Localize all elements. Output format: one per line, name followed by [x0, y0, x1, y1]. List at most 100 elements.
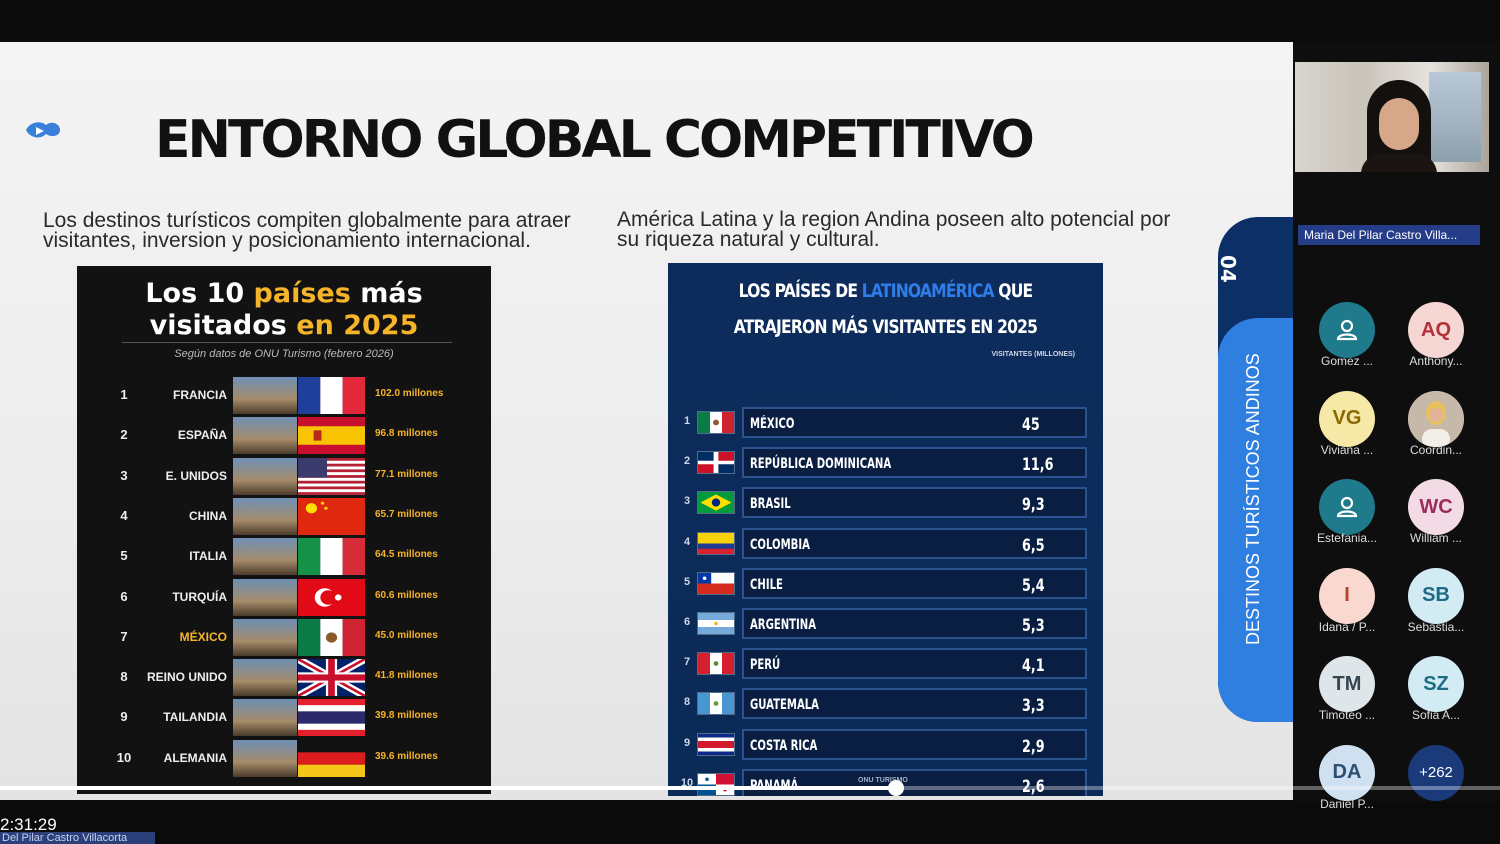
country-row: 9 TAILANDIA 39.8 millones [77, 697, 491, 737]
avatar: SZ [1408, 656, 1464, 712]
country-row: 6 TURQUÍA 60.6 millones [77, 577, 491, 617]
divider [122, 342, 452, 343]
participant-tile[interactable]: DA Daniel P... [1312, 744, 1382, 825]
rank-label: 3 [683, 495, 691, 508]
country-name: TURQUÍA [172, 589, 227, 604]
visitors-value: 39.8 millones [375, 710, 438, 722]
country-row: 2 REPÚBLICA DOMINICANA 11,6 [668, 446, 1103, 479]
avatar-initials: SB [1422, 584, 1450, 606]
participant-tile[interactable]: SZ Sofia A... [1401, 656, 1471, 736]
avatar: SB [1408, 567, 1464, 624]
flag-icon [298, 739, 365, 777]
country-photo [233, 739, 297, 777]
progress-fill [0, 786, 896, 790]
flag-icon [697, 612, 735, 635]
visitors-value: 45 [1022, 415, 1040, 435]
flag-icon [697, 451, 735, 475]
participant-name: Estefania... [1316, 531, 1378, 545]
country-bar: REPÚBLICA DOMINICANA 11,6 [742, 447, 1087, 479]
avatar-initials: VG [1332, 407, 1362, 429]
country-name: REINO UNIDO [146, 670, 227, 685]
visitors-value: 65.7 millones [375, 508, 438, 520]
country-row: 10 ALEMANIA 39.6 millones [77, 738, 491, 778]
participant-name: Gomez ... [1320, 354, 1373, 368]
rank-label: 4 [683, 535, 691, 548]
country-row: 4 CHINA 65.7 millones [77, 496, 491, 536]
avatar: WC [1408, 479, 1464, 535]
participant-tile[interactable]: Coordin... [1401, 390, 1471, 471]
rank-label: 9 [120, 709, 128, 725]
infographic-title: LOS PAÍSES DE LATINOAMÉRICA QUE ATRAJERO… [733, 280, 1038, 338]
section-number: 04 [1216, 255, 1240, 283]
visitors-value: 2,9 [1022, 736, 1045, 757]
participant-tile[interactable]: Estefania... [1312, 479, 1382, 559]
rank-label: 1 [683, 415, 691, 427]
participant-tile[interactable]: +262 [1401, 744, 1471, 825]
country-bar: GUATEMALA 3,3 [742, 688, 1087, 720]
country-photo [233, 538, 297, 576]
slide-left-text: Los destinos turísticos compiten globalm… [43, 209, 571, 252]
visitors-value: 45.0 millones [375, 629, 438, 641]
country-name: MÉXICO [179, 629, 227, 644]
participant-name: William ... [1410, 531, 1462, 545]
participant-tile[interactable]: WC William ... [1401, 479, 1471, 559]
flag-icon [298, 659, 365, 697]
country-bar: PERÚ 4,1 [742, 648, 1087, 680]
participant-tile[interactable]: TM Timoteo ... [1312, 656, 1382, 736]
country-name: CHINA [189, 508, 227, 523]
rank-label: 7 [120, 628, 128, 644]
participant-tile[interactable]: I Idana / P... [1312, 567, 1382, 648]
participant-name: Viviana ... [1320, 442, 1374, 457]
avatar-initials: SZ [1423, 672, 1449, 695]
flag-icon [697, 531, 735, 555]
avatar: AQ [1408, 302, 1464, 358]
country-photo [233, 618, 297, 656]
participant-tile[interactable]: VG Viviana ... [1312, 390, 1382, 471]
flag-icon [298, 618, 365, 656]
presenter-video[interactable] [1295, 62, 1489, 172]
progress-knob[interactable] [887, 780, 904, 796]
flag-icon [697, 732, 735, 756]
country-row: 5 CHILE 5,4 [668, 567, 1103, 599]
avatar: +262 [1408, 744, 1464, 801]
visitors-value: 102.0 millones [375, 388, 444, 399]
participant-name: Anthony... [1409, 354, 1463, 368]
avatar-initials: I [1344, 584, 1350, 606]
avatar-initials: WC [1419, 495, 1453, 518]
country-row: 8 GUATEMALA 3,3 [668, 687, 1103, 720]
country-photo [233, 417, 297, 455]
avatar [1408, 390, 1464, 447]
country-name: E. UNIDOS [165, 468, 227, 483]
participant-name: Coordin... [1409, 442, 1463, 457]
flag-icon [697, 571, 735, 595]
flag-icon [298, 497, 365, 535]
visitors-value: 64.5 millones [375, 549, 438, 561]
country-name: ITALIA [189, 549, 227, 564]
country-bar: CHILE 5,4 [742, 567, 1087, 599]
country-row: 9 COSTA RICA 2,9 [668, 728, 1103, 760]
participant-tile[interactable]: SB Sebastia... [1401, 567, 1471, 648]
avatar-initials: +262 [1419, 764, 1453, 781]
flag-icon [298, 457, 365, 495]
avatar: TM [1319, 656, 1375, 712]
screen: { "slide": { "title": "ENTORNO GLOBAL CO… [0, 0, 1500, 844]
visitors-value: 5,3 [1022, 616, 1045, 636]
country-bar: MÉXICO 45 [742, 407, 1087, 438]
country-row: 6 ARGENTINA 5,3 [668, 607, 1103, 639]
country-name: MÉXICO [750, 416, 795, 432]
infographic-subtitle: Según datos de ONU Turismo (febrero 2026… [174, 348, 394, 360]
visitors-value: 39.6 millones [375, 750, 438, 762]
participant-tile[interactable]: AQ Anthony... [1401, 302, 1471, 382]
visitors-value: 9,3 [1022, 495, 1045, 516]
country-row: 7 MÉXICO 45.0 millones [77, 617, 491, 657]
top10-world-infographic: Los 10 países más visitados en 2025 Segú… [77, 266, 491, 794]
visitors-value: 5,4 [1022, 575, 1045, 596]
participant-tile[interactable]: Gomez ... [1312, 302, 1382, 382]
country-row: 4 COLOMBIA 6,5 [668, 527, 1103, 559]
country-name: BRASIL [750, 496, 791, 513]
rank-label: 4 [120, 507, 128, 523]
avatar: DA [1319, 744, 1375, 801]
rank-label: 6 [120, 588, 128, 604]
country-bar: COLOMBIA 6,5 [742, 527, 1087, 559]
slide-title: ENTORNO GLOBAL COMPETITIVO [155, 110, 1035, 170]
